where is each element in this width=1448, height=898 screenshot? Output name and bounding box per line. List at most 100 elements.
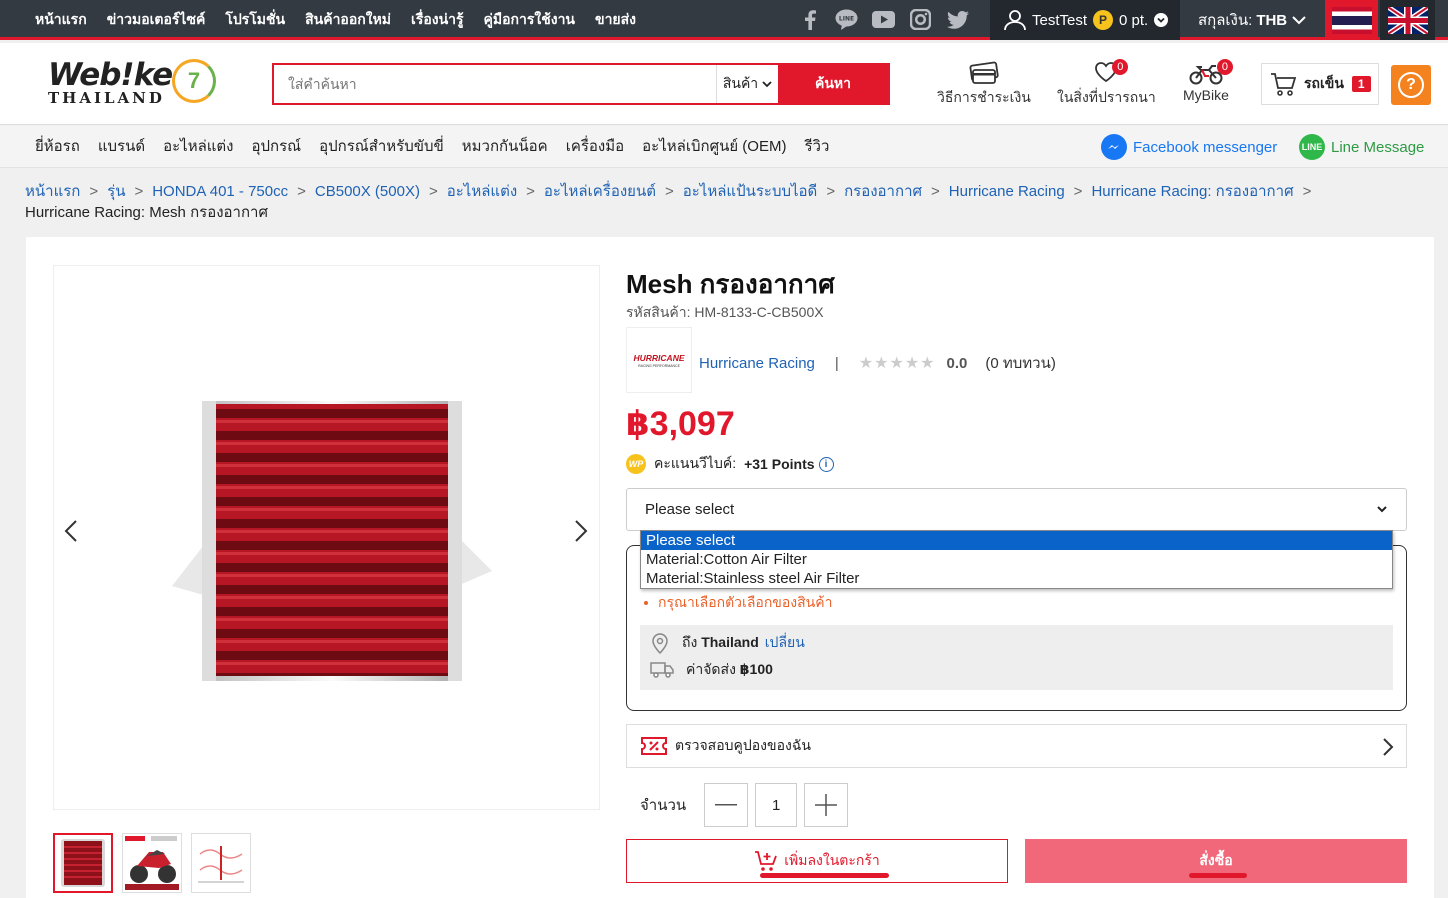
search-input[interactable] xyxy=(274,65,716,103)
breadcrumb-link[interactable]: อะไหล่แป้นระบบไอดี xyxy=(683,183,818,200)
breadcrumb-link[interactable]: อะไหล่เครื่องยนต์ xyxy=(544,183,656,200)
wishlist-label: ในสิ่งที่ปรารถนา xyxy=(1057,89,1156,105)
currency-value: THB xyxy=(1256,11,1288,29)
top-nav-home[interactable]: หน้าแรก xyxy=(35,9,87,31)
brand-link[interactable]: Hurricane Racing xyxy=(699,355,815,372)
currency-selector[interactable]: สกุลเงิน: THB xyxy=(1198,0,1307,40)
ship-fee-value: ฿100 xyxy=(739,661,773,677)
nav-brands[interactable]: แบรนด์ xyxy=(98,134,145,158)
breadcrumb-link[interactable]: Hurricane Racing: กรองอากาศ xyxy=(1091,183,1293,200)
heart-icon: 0 xyxy=(1094,59,1129,87)
twitter-icon[interactable] xyxy=(946,8,969,31)
thai-flag-icon[interactable] xyxy=(1325,0,1378,40)
shipping-info: ถึง Thailand เปลี่ยน ค่าจัดส่ง ฿100 xyxy=(640,625,1393,690)
brand-logo-subtext: RACING PERFORMANCE xyxy=(638,364,680,368)
cart-button[interactable]: รถเข็น 1 xyxy=(1261,63,1379,105)
mybike-link[interactable]: 0 MyBike xyxy=(1183,59,1233,103)
chevron-right-icon: > xyxy=(297,183,306,200)
payment-methods-link[interactable]: วิธีการชำระเงิน xyxy=(937,61,1031,109)
brand-logo[interactable]: HURRICANE RACING PERFORMANCE xyxy=(626,327,692,393)
instagram-icon[interactable] xyxy=(909,8,932,31)
thumbnail-filter[interactable] xyxy=(53,833,113,893)
top-nav-news[interactable]: ข่าวมอเตอร์ไซค์ xyxy=(107,9,206,31)
user-menu[interactable]: TestTest P 0 pt. xyxy=(990,0,1180,40)
thumbnail-diagram[interactable] xyxy=(191,833,251,893)
option-dropdown-list: Please select Material:Cotton Air Filter… xyxy=(640,530,1393,589)
option-item-cotton[interactable]: Material:Cotton Air Filter xyxy=(641,550,1392,569)
star-icon: ★ xyxy=(858,355,874,372)
chevron-left-icon[interactable] xyxy=(59,511,83,551)
breadcrumb-link[interactable]: กรองอากาศ xyxy=(844,183,922,200)
nav-oem-parts[interactable]: อะไหล่เบิกศูนย์ (OEM) xyxy=(642,134,786,158)
mybike-label: MyBike xyxy=(1183,87,1229,103)
chevron-down-icon xyxy=(762,81,772,88)
option-item-stainless[interactable]: Material:Stainless steel Air Filter xyxy=(641,569,1392,588)
line-icon[interactable]: LINE xyxy=(835,8,858,31)
nav-accessories[interactable]: อุปกรณ์ xyxy=(252,134,302,158)
line-message-label: Line Message xyxy=(1331,138,1425,156)
ship-to-value: Thailand xyxy=(701,634,759,650)
site-header: Web!ke THAILAND 7 สินค้า ค้นหา วิธีการชำ… xyxy=(0,43,1448,125)
uk-flag-icon[interactable] xyxy=(1380,0,1435,40)
quantity-decrease-button[interactable] xyxy=(704,783,749,827)
breadcrumb-link[interactable]: อะไหล่แต่ง xyxy=(447,183,517,200)
top-nav-new-products[interactable]: สินค้าออกใหม่ xyxy=(305,9,391,31)
top-nav-guide[interactable]: คู่มือการใช้งาน xyxy=(484,9,575,31)
quantity-stepper: จำนวน 1 xyxy=(640,783,849,827)
ship-destination-row: ถึง Thailand เปลี่ยน xyxy=(650,632,805,654)
wishlist-link[interactable]: 0 ในสิ่งที่ปรารถนา xyxy=(1057,59,1156,109)
chevron-right-icon[interactable] xyxy=(569,511,593,551)
rating-stars: ★ ★ ★ ★ ★ xyxy=(859,353,935,373)
help-button[interactable]: ? xyxy=(1391,65,1431,105)
nav-bike-brands[interactable]: ยี่ห้อรถ xyxy=(35,134,80,158)
review-count[interactable]: (0 ทบทวน) xyxy=(985,351,1055,375)
facebook-icon[interactable] xyxy=(798,8,821,31)
chevron-right-icon: > xyxy=(826,183,836,200)
change-destination-link[interactable]: เปลี่ยน xyxy=(765,634,805,650)
chevron-right-icon: > xyxy=(428,183,438,200)
search-button[interactable]: ค้นหา xyxy=(778,65,888,103)
quantity-input[interactable]: 1 xyxy=(755,783,798,827)
nav-custom-parts[interactable]: อะไหล่แต่ง xyxy=(163,134,233,158)
cart-plus-icon xyxy=(755,851,778,871)
plus-icon xyxy=(815,794,838,816)
coupon-check[interactable]: ตรวจสอบคูปองของฉัน xyxy=(626,724,1407,768)
breadcrumb-link[interactable]: Hurricane Racing xyxy=(949,183,1065,200)
line-message-link[interactable]: LINE Line Message xyxy=(1299,134,1424,160)
sku-value: HM-8133-C-CB500X xyxy=(694,304,824,320)
search-category-select[interactable]: สินค้า xyxy=(716,65,778,103)
location-pin-icon xyxy=(652,633,668,654)
breadcrumb-link[interactable]: รุ่น xyxy=(107,183,125,200)
search-bar: สินค้า ค้นหา xyxy=(272,63,890,105)
cart-icon xyxy=(1271,73,1296,96)
quantity-increase-button[interactable] xyxy=(804,783,849,827)
breadcrumb-link[interactable]: CB500X (500X) xyxy=(315,183,420,200)
breadcrumb-link[interactable]: หน้าแรก xyxy=(25,183,80,200)
messenger-icon xyxy=(1101,134,1127,160)
nav-tools[interactable]: เครื่องมือ xyxy=(566,134,624,158)
divider: | xyxy=(834,354,839,372)
option-item-please-select[interactable]: Please select xyxy=(641,531,1392,550)
thumbnail-motorcycle[interactable] xyxy=(122,833,182,893)
top-nav-stories[interactable]: เรื่องน่ารู้ xyxy=(411,9,464,31)
points-value: +31 Points xyxy=(744,456,815,472)
star-icon: ★ xyxy=(920,355,935,372)
top-nav-promotion[interactable]: โปรโมชั่น xyxy=(225,9,285,31)
webike-logo[interactable]: Web!ke THAILAND 7 xyxy=(48,59,218,109)
user-icon xyxy=(1004,10,1026,31)
breadcrumb: หน้าแรก > รุ่น > HONDA 401 - 750cc > CB500X (5… xyxy=(25,181,1425,223)
info-icon[interactable]: i xyxy=(818,456,834,472)
top-nav-wholesale[interactable]: ขายส่ง xyxy=(595,9,636,31)
nav-riding-gear[interactable]: อุปกรณ์สำหรับขับขี่ xyxy=(319,134,444,158)
product-title: Mesh กรองอากาศ xyxy=(626,269,835,299)
ship-fee-row: ค่าจัดส่ง ฿100 xyxy=(650,659,773,681)
option-select[interactable]: Please select xyxy=(626,488,1407,531)
facebook-messenger-link[interactable]: Facebook messenger xyxy=(1101,134,1277,160)
nav-helmets[interactable]: หมวกกันน็อค xyxy=(462,134,548,158)
underline-annotation xyxy=(760,873,889,878)
youtube-icon[interactable] xyxy=(872,8,895,31)
nav-reviews[interactable]: รีวิว xyxy=(804,134,829,158)
breadcrumb-link[interactable]: HONDA 401 - 750cc xyxy=(152,183,288,200)
product-image-gallery xyxy=(53,265,600,810)
brand-logo-text: HURRICANE xyxy=(634,353,685,363)
